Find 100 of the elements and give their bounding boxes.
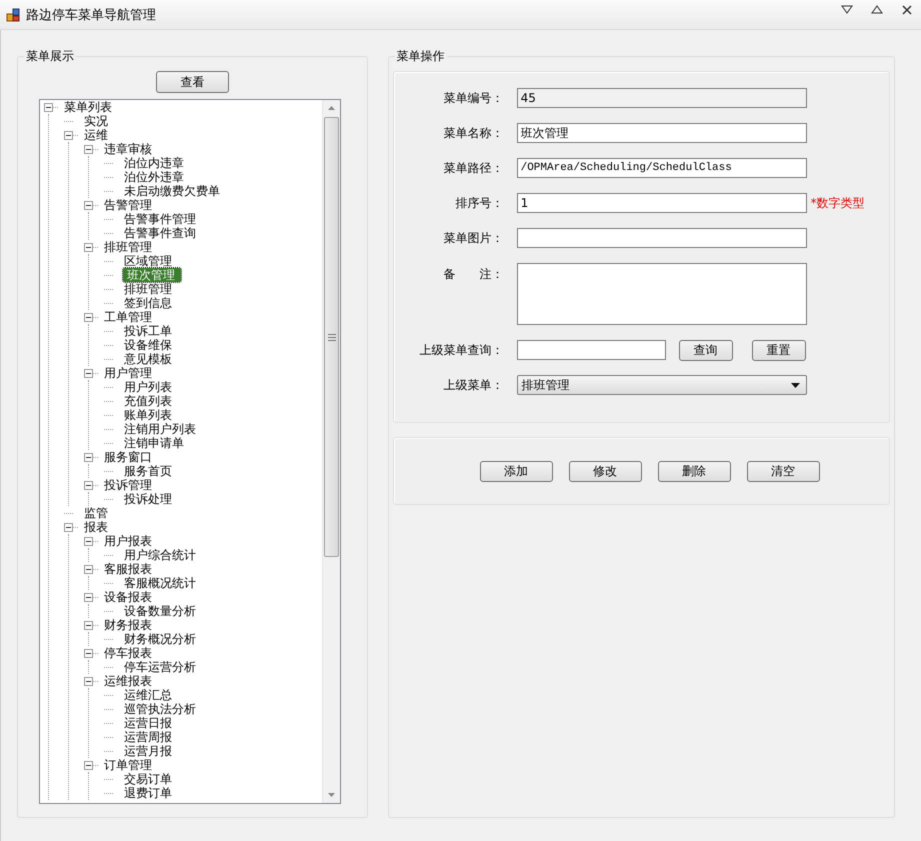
tree-item[interactable]: 告警管理 [103, 198, 153, 212]
group-title: 菜单展示 [25, 48, 75, 65]
remarks-field[interactable] [516, 263, 807, 325]
collapse-icon[interactable] [84, 760, 93, 770]
collapse-icon[interactable] [84, 368, 93, 378]
tree-item[interactable]: 停车运营分析 [123, 660, 197, 674]
text-field[interactable]: /OPMArea/Scheduling/SchedulClass [516, 158, 807, 178]
action-button[interactable]: 添加 [480, 460, 553, 482]
tree-item[interactable]: 运维汇总 [123, 688, 173, 702]
field-label: 菜单图片： [442, 230, 504, 246]
tree-item[interactable]: 运营日报 [123, 716, 173, 730]
tree-item[interactable]: 报表 [83, 520, 109, 534]
maximize-icon[interactable] [871, 5, 883, 15]
view-button[interactable]: 查看 [156, 71, 229, 93]
tree-item[interactable]: 设备维保 [123, 338, 173, 352]
field-label: 菜单编号： [442, 90, 504, 106]
collapse-icon[interactable] [84, 620, 93, 630]
tree-item[interactable]: 运维 [83, 128, 109, 142]
field-label: 备 注： [442, 266, 504, 283]
tree-item[interactable]: 告警事件管理 [123, 212, 197, 226]
tree-item[interactable]: 订单管理 [103, 758, 153, 772]
tree-item[interactable]: 用户综合统计 [123, 548, 197, 562]
tree-item[interactable]: 泊位外违章 [123, 170, 185, 184]
field-label: 菜单名称： [442, 124, 504, 142]
tree-item[interactable]: 区域管理 [123, 254, 173, 268]
tree-item[interactable]: 排班管理 [123, 282, 173, 296]
tree-item[interactable]: 交易订单 [123, 772, 173, 786]
tree-item[interactable]: 告警事件查询 [123, 226, 197, 240]
form-button[interactable]: 查询 [678, 340, 733, 360]
tree-item[interactable]: 设备报表 [103, 590, 153, 604]
tree-item[interactable]: 注销申请单 [123, 436, 185, 450]
group-title: 菜单操作 [396, 48, 446, 65]
collapse-icon[interactable] [84, 480, 93, 490]
tree-item[interactable]: 用户报表 [103, 534, 153, 548]
app-icon [6, 8, 20, 22]
close-icon[interactable] [901, 4, 913, 16]
collapse-icon[interactable] [64, 130, 73, 140]
field-label: 上级菜单查询： [418, 342, 504, 358]
action-button[interactable]: 修改 [568, 460, 642, 482]
tree-item[interactable]: 停车报表 [103, 646, 153, 660]
tree-item[interactable]: 退费订单 [123, 786, 173, 800]
tree-item[interactable]: 财务概况分析 [123, 632, 197, 646]
tree-item[interactable]: 运营周报 [123, 730, 173, 744]
collapse-icon[interactable] [64, 522, 73, 532]
tree-item[interactable]: 财务报表 [103, 618, 153, 632]
collapse-icon[interactable] [84, 648, 93, 658]
collapse-icon[interactable] [84, 144, 93, 154]
collapse-icon[interactable] [84, 452, 93, 462]
tree-item[interactable]: 违章审核 [103, 142, 153, 156]
collapse-icon[interactable] [84, 564, 93, 574]
tree-item[interactable]: 泊位内违章 [123, 156, 185, 170]
tree-item[interactable]: 运营月报 [123, 744, 173, 758]
scrollbar-thumb[interactable] [324, 117, 339, 557]
action-button[interactable]: 删除 [658, 460, 731, 482]
tree-item[interactable]: 投诉工单 [123, 324, 173, 338]
parent-menu-dropdown[interactable]: 排班管理 [516, 375, 807, 395]
tree-item[interactable]: 服务窗口 [103, 450, 153, 464]
tree-item[interactable]: 签到信息 [123, 296, 173, 310]
text-field[interactable]: 班次管理 [516, 123, 807, 143]
dropdown-caret-icon [790, 382, 800, 388]
collapse-icon[interactable] [84, 592, 93, 602]
tree-item[interactable]: 服务首页 [123, 464, 173, 478]
scrollbar[interactable] [322, 100, 340, 803]
tree-item[interactable]: 用户管理 [103, 366, 153, 380]
tree-item[interactable]: 用户列表 [123, 380, 173, 394]
action-button[interactable]: 清空 [746, 460, 820, 482]
tree-item[interactable]: 运维报表 [103, 674, 153, 688]
grip-icon [328, 334, 336, 340]
tree-item[interactable]: 工单管理 [103, 310, 153, 324]
tree-item[interactable]: 注销用户列表 [123, 422, 197, 436]
field-label: 菜单路径： [442, 160, 504, 176]
field-label: 上级菜单： [442, 376, 504, 394]
tree-item[interactable]: 班次管理 [123, 268, 181, 282]
collapse-icon[interactable] [84, 676, 93, 686]
text-field[interactable] [516, 228, 807, 248]
tree-item[interactable]: 未启动缴费欠费单 [123, 184, 221, 198]
minimize-icon[interactable] [841, 5, 853, 15]
tree-item[interactable]: 设备数量分析 [123, 604, 197, 618]
collapse-icon[interactable] [84, 312, 93, 322]
tree-item[interactable]: 客服报表 [103, 562, 153, 576]
search-field[interactable] [516, 340, 666, 360]
collapse-icon[interactable] [84, 200, 93, 210]
tree-item[interactable]: 监管 [83, 506, 109, 520]
text-field[interactable]: 1 [516, 193, 807, 213]
tree-item[interactable]: 账单列表 [123, 408, 173, 422]
tree-item[interactable]: 意见模板 [123, 352, 173, 366]
tree-item[interactable]: 排班管理 [103, 240, 153, 254]
window-title: 路边停车菜单导航管理 [26, 6, 157, 24]
collapse-icon[interactable] [84, 536, 93, 546]
tree-item[interactable]: 充值列表 [123, 394, 173, 408]
tree-item[interactable]: 投诉管理 [103, 478, 153, 492]
form-button[interactable]: 重置 [752, 340, 806, 360]
tree-item[interactable]: 客服概况统计 [123, 576, 197, 590]
tree-item[interactable]: 菜单列表 [63, 100, 113, 114]
field-label: 排序号： [454, 194, 504, 212]
tree-item[interactable]: 巡管执法分析 [123, 702, 197, 716]
tree-item[interactable]: 投诉处理 [123, 492, 173, 506]
collapse-icon[interactable] [44, 102, 53, 112]
collapse-icon[interactable] [84, 242, 93, 252]
tree-item[interactable]: 实况 [83, 114, 109, 128]
